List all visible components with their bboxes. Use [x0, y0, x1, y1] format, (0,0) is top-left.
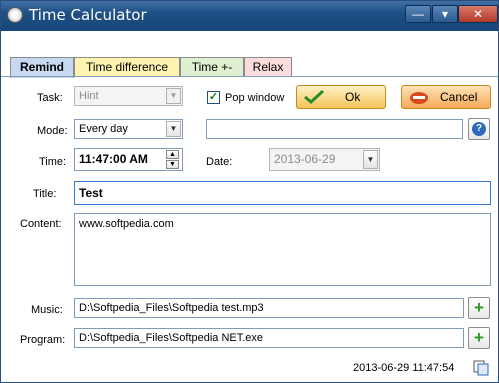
program-label: Program:	[20, 334, 66, 346]
program-add-button[interactable]: +	[468, 327, 490, 349]
spin-down-icon[interactable]: ▼	[166, 160, 179, 169]
minimize-button[interactable]: —	[405, 5, 431, 23]
check-icon	[304, 89, 325, 104]
title-bar: Time Calculator — ▾ ✕	[1, 1, 498, 31]
task-label: Task:	[37, 92, 63, 104]
mode-label: Mode:	[37, 125, 68, 137]
tab-time-difference[interactable]: Time difference	[74, 57, 180, 77]
mode-select[interactable]: Every day ▼	[74, 119, 183, 139]
chevron-down-icon: ▼	[166, 121, 181, 137]
mode-extra-field[interactable]	[206, 119, 463, 139]
tab-divider	[1, 76, 498, 77]
title-label: Title:	[33, 188, 57, 200]
tab-remind[interactable]: Remind	[10, 57, 74, 78]
plus-icon: +	[474, 298, 484, 317]
cancel-button[interactable]: Cancel	[401, 85, 491, 109]
cancel-label: Cancel	[440, 90, 478, 104]
tab-time-plus-minus[interactable]: Time +-	[180, 57, 244, 77]
program-path-input[interactable]: D:\Softpedia_Files\Softpedia NET.exe	[74, 328, 464, 348]
help-button[interactable]: ?	[468, 118, 490, 140]
music-label: Music:	[31, 304, 63, 316]
app-window: Time Calculator — ▾ ✕ Remind Time differ…	[0, 0, 499, 383]
time-spinner[interactable]: ▲ ▼	[166, 150, 181, 170]
help-icon: ?	[472, 122, 486, 136]
mode-value: Every day	[79, 123, 128, 135]
clock-icon	[7, 7, 23, 23]
pop-window-checkbox[interactable]: ✓	[207, 91, 220, 104]
spin-up-icon[interactable]: ▲	[166, 150, 179, 159]
ok-button[interactable]: Ok	[296, 85, 386, 109]
task-value: Hint	[79, 90, 99, 102]
content-textarea[interactable]: www.softpedia.com	[74, 213, 491, 286]
tab-relax[interactable]: Relax	[244, 57, 292, 77]
content-label: Content:	[20, 218, 62, 230]
title-input[interactable]: Test	[74, 181, 491, 205]
pop-window-label: Pop window	[225, 92, 285, 104]
date-value: 2013-06-29	[274, 152, 336, 166]
chevron-down-icon: ▼	[166, 88, 181, 104]
task-select[interactable]: Hint ▼	[74, 86, 183, 106]
date-picker[interactable]: 2013-06-29 ▼	[269, 148, 380, 171]
restore-button[interactable]: ▾	[432, 5, 458, 23]
music-path-input[interactable]: D:\Softpedia_Files\Softpedia test.mp3	[74, 298, 464, 318]
chevron-down-icon: ▼	[363, 150, 378, 169]
date-label: Date:	[206, 156, 233, 168]
current-timestamp: 2013-06-29 11:47:54	[353, 362, 455, 374]
time-value: 11:47:00 AM	[79, 152, 148, 166]
music-add-button[interactable]: +	[468, 297, 490, 319]
ok-label: Ok	[345, 90, 361, 104]
copy-icon[interactable]	[473, 360, 489, 376]
plus-icon: +	[474, 328, 484, 347]
window-title: Time Calculator	[29, 6, 147, 24]
close-button[interactable]: ✕	[458, 5, 498, 23]
time-label: Time:	[39, 156, 67, 168]
time-input[interactable]: 11:47:00 AM ▲ ▼	[74, 148, 183, 171]
cancel-icon	[410, 92, 428, 104]
